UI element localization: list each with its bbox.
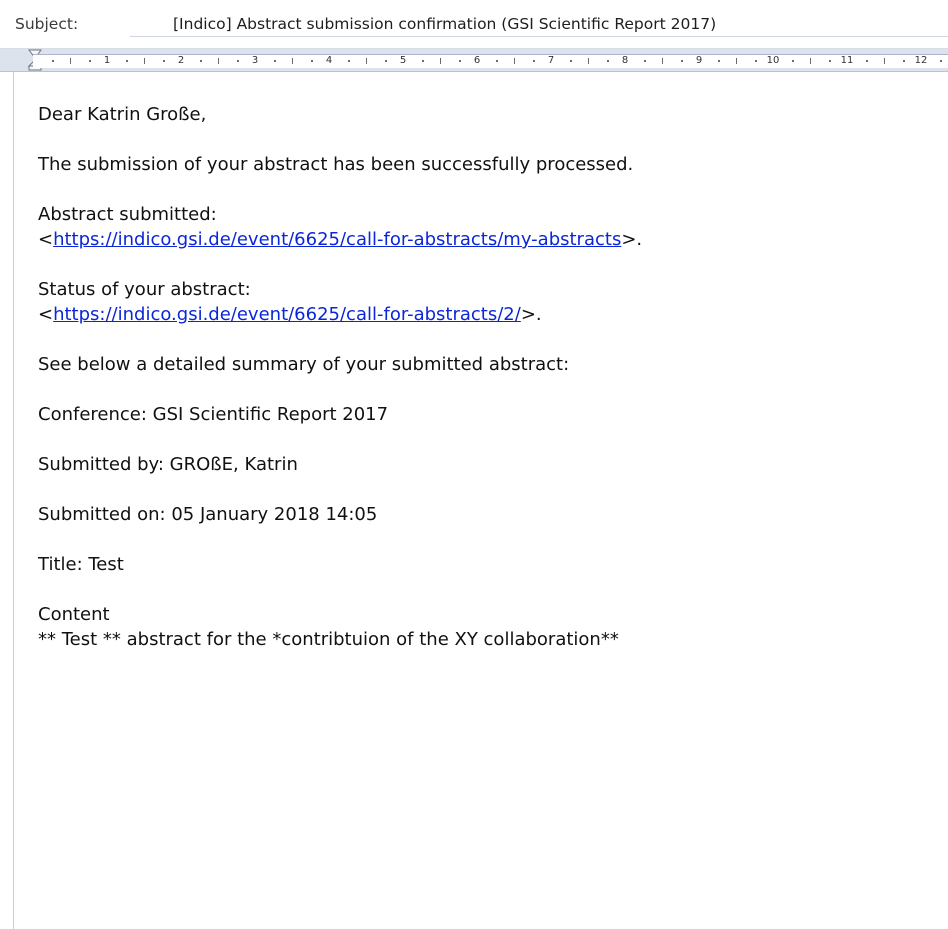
ruler-half-tick (292, 58, 293, 64)
abstract-link[interactable]: https://indico.gsi.de/event/6625/call-fo… (53, 229, 621, 250)
ruler-number: 7 (547, 55, 555, 66)
ruler[interactable]: 1 2 3 4 5 6 7 8 9 10 11 12 (0, 49, 948, 72)
ruler-dot (606, 60, 609, 62)
ruler-dot (88, 60, 91, 62)
ruler-half-tick (366, 58, 367, 64)
status-block: Status of your abstract: <https://indico… (38, 277, 948, 327)
ruler-dot (310, 60, 313, 62)
ruler-dot (495, 60, 498, 62)
subject-field[interactable]: [Indico] Abstract submission confirmatio… (130, 12, 948, 37)
ruler-dot (384, 60, 387, 62)
bracket-open: < (38, 229, 54, 250)
ruler-number: 3 (251, 55, 259, 66)
ruler-half-tick (736, 58, 737, 64)
ruler-dot (939, 60, 942, 62)
status-label: Status of your abstract: (38, 279, 251, 300)
conference-line: Conference: GSI Scientific Report 2017 (38, 404, 389, 425)
bracket-close: >. (621, 229, 643, 250)
ruler-half-tick (884, 58, 885, 64)
submitted-on-line: Submitted on: 05 January 2018 14:05 (38, 504, 378, 525)
bracket-open: < (38, 304, 54, 325)
ruler-half-tick (218, 58, 219, 64)
ruler-number: 8 (621, 55, 629, 66)
ruler-half-tick (810, 58, 811, 64)
status-link[interactable]: https://indico.gsi.de/event/6625/call-fo… (53, 304, 521, 325)
content-text: ** Test ** abstract for the *contribtuio… (38, 629, 619, 650)
ruler-dot (51, 60, 54, 62)
ruler-dot (532, 60, 535, 62)
content-block: Content ** Test ** abstract for the *con… (38, 602, 948, 652)
bracket-close: >. (520, 304, 542, 325)
ruler-dot (828, 60, 831, 62)
ruler-number: 2 (177, 55, 185, 66)
processed-message: The submission of your abstract has been… (38, 154, 634, 175)
ruler-dot (421, 60, 424, 62)
ruler-half-tick (662, 58, 663, 64)
message-body[interactable]: Dear Katrin Große, The submission of you… (13, 72, 948, 929)
submitted-by-line: Submitted by: GROßE, Katrin (38, 454, 298, 475)
greeting: Dear Katrin Große, (38, 104, 207, 125)
ruler-number: 1 (103, 55, 111, 66)
ruler-dot (791, 60, 794, 62)
ruler-dot (717, 60, 720, 62)
subject-label: Subject: (15, 15, 79, 33)
ruler-dot (680, 60, 683, 62)
ruler-dot (236, 60, 239, 62)
ruler-half-tick (144, 58, 145, 64)
ruler-half-tick (70, 58, 71, 64)
ruler-number: 4 (325, 55, 333, 66)
abstract-submitted-label: Abstract submitted: (38, 204, 217, 225)
ruler-dot (347, 60, 350, 62)
ruler-number: 9 (695, 55, 703, 66)
ruler-half-tick (514, 58, 515, 64)
ruler-scale: 1 2 3 4 5 6 7 8 9 10 11 12 (33, 54, 948, 68)
ruler-number: 6 (473, 55, 481, 66)
ruler-half-tick (588, 58, 589, 64)
ruler-dot (569, 60, 572, 62)
ruler-number: 11 (840, 55, 854, 66)
ruler-number: 12 (914, 55, 928, 66)
ruler-dot (865, 60, 868, 62)
ruler-number: 10 (766, 55, 780, 66)
content-label: Content (38, 604, 110, 625)
ruler-dot (458, 60, 461, 62)
ruler-dot (125, 60, 128, 62)
title-line: Title: Test (38, 554, 124, 575)
ruler-dot (754, 60, 757, 62)
abstract-submitted-block: Abstract submitted: <https://indico.gsi.… (38, 202, 948, 252)
ruler-dot (902, 60, 905, 62)
email-header: Subject: [Indico] Abstract submission co… (0, 0, 948, 49)
summary-intro: See below a detailed summary of your sub… (38, 354, 570, 375)
ruler-dot (199, 60, 202, 62)
ruler-dot (643, 60, 646, 62)
ruler-half-tick (440, 58, 441, 64)
ruler-number: 5 (399, 55, 407, 66)
ruler-dot (273, 60, 276, 62)
ruler-dot (162, 60, 165, 62)
